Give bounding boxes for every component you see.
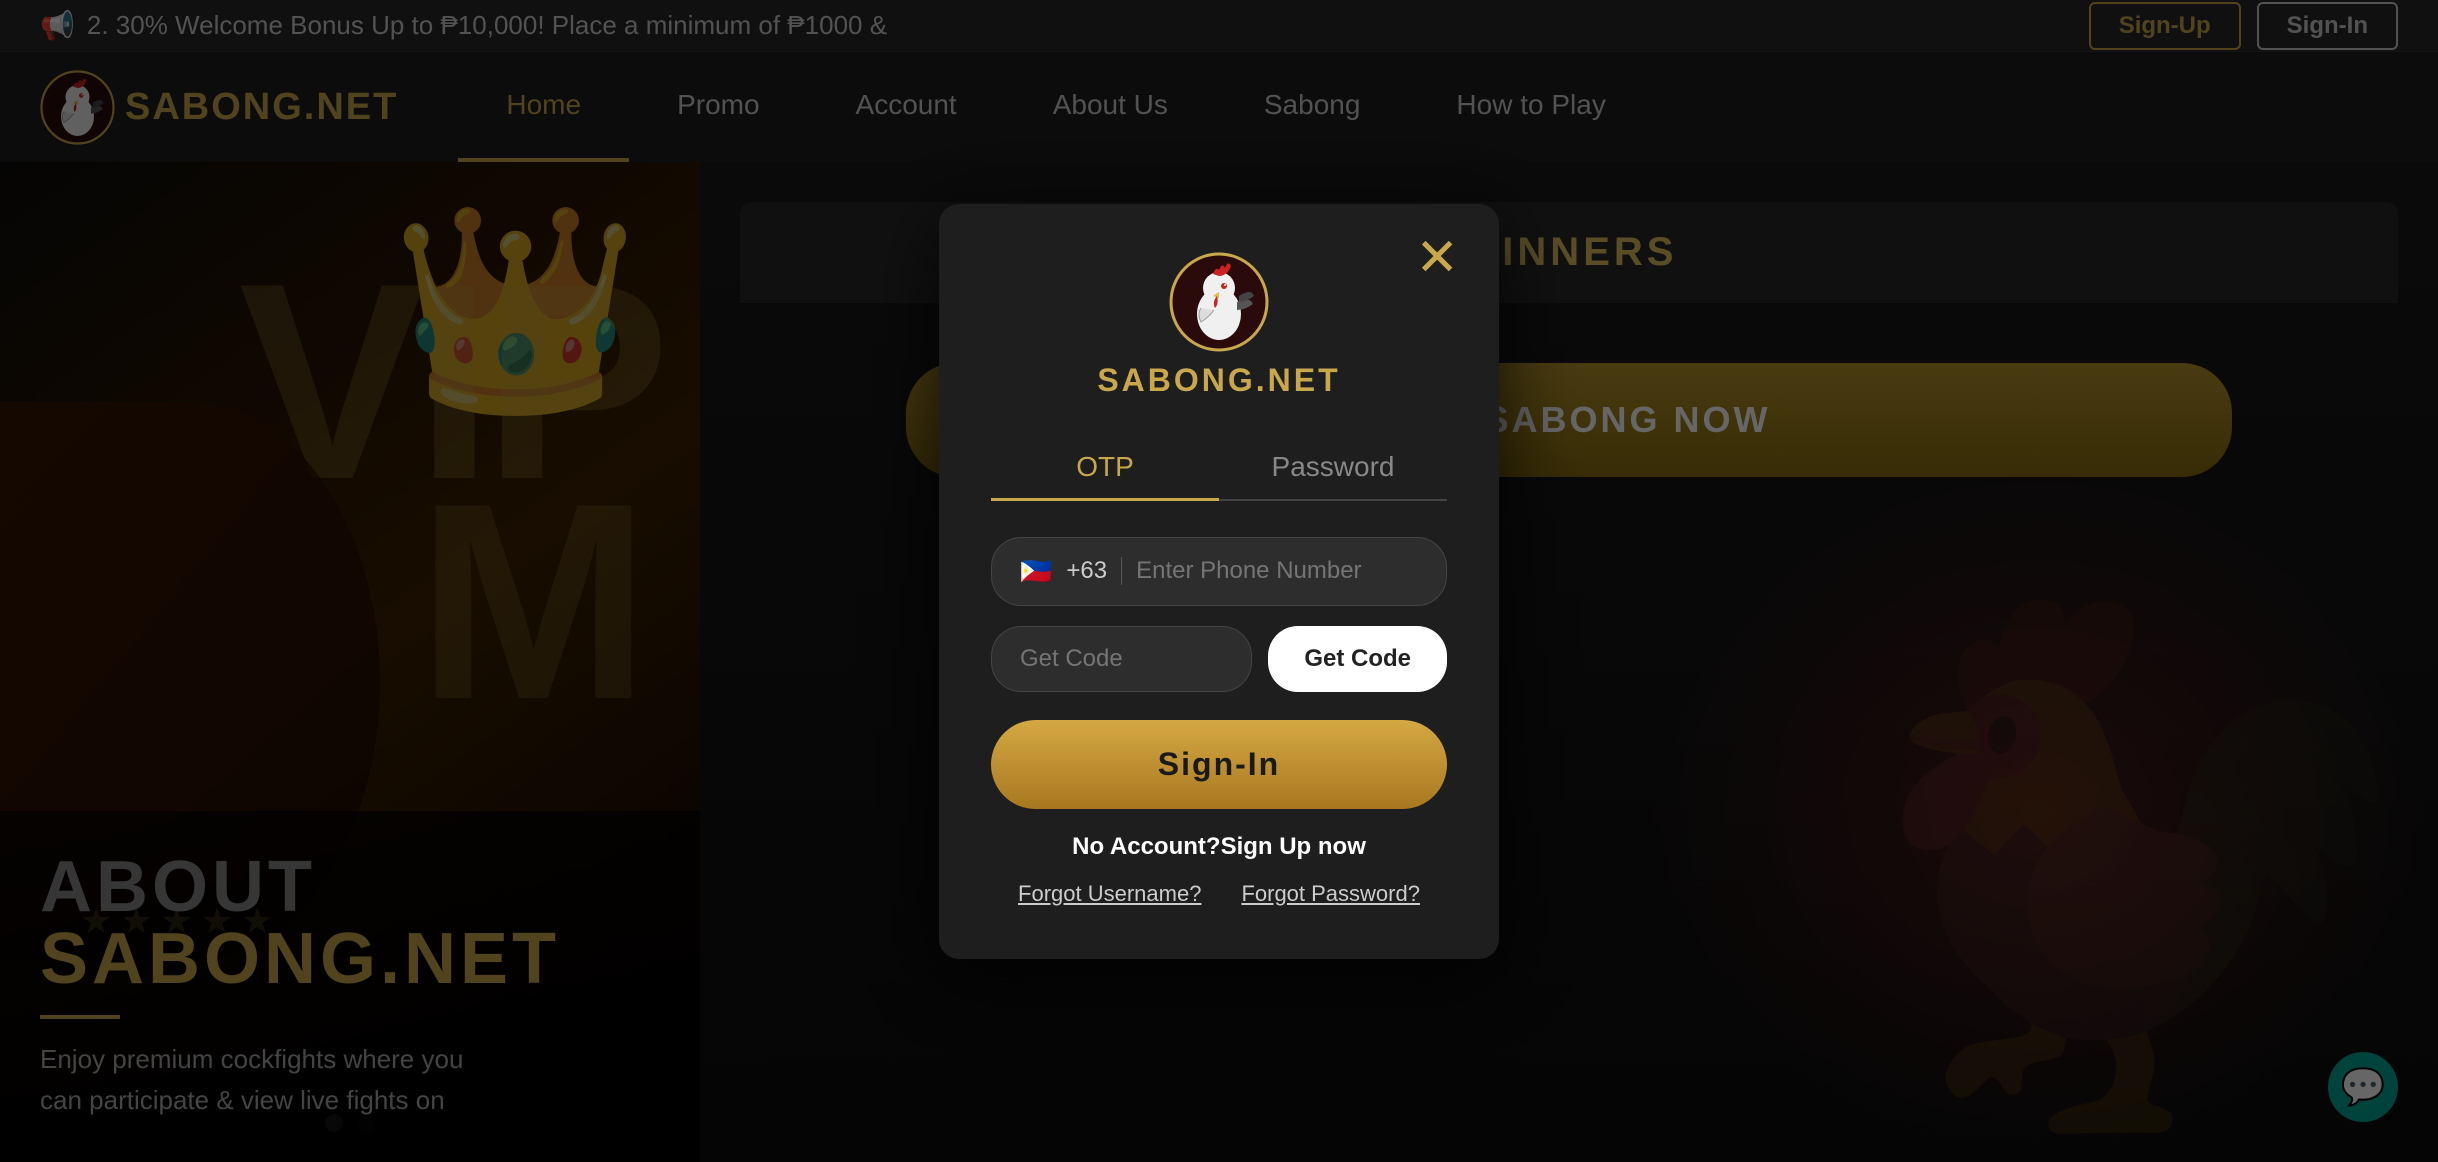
modal-close-button[interactable]: ✕ (1415, 232, 1459, 284)
country-code: +63 (1066, 557, 1122, 585)
get-code-button[interactable]: Get Code (1268, 626, 1447, 692)
forgot-password-link[interactable]: Forgot Password? (1241, 881, 1420, 907)
code-row: Get Code (991, 626, 1447, 692)
modal-logo-text: SABONG.NET (1097, 362, 1340, 399)
signin-modal: ✕ SABONG.NET OTP Password (939, 204, 1499, 959)
phone-input[interactable] (1136, 557, 1446, 585)
signin-button[interactable]: Sign-In (991, 720, 1447, 809)
tab-otp[interactable]: OTP (991, 435, 1219, 499)
modal-overlay[interactable]: ✕ SABONG.NET OTP Password (0, 0, 2438, 1162)
forgot-links: Forgot Username? Forgot Password? (991, 881, 1447, 907)
modal-tabs: OTP Password (991, 435, 1447, 501)
code-input-wrap (991, 626, 1252, 692)
forgot-username-link[interactable]: Forgot Username? (1018, 881, 1201, 907)
modal-rooster-icon (1169, 252, 1269, 352)
phone-field: 🇵🇭 +63 (991, 537, 1447, 606)
phone-flag-icon: 🇵🇭 (1020, 556, 1052, 587)
no-account-text: No Account?Sign Up now (991, 833, 1447, 861)
tab-password[interactable]: Password (1219, 435, 1447, 499)
signup-now-link[interactable]: Sign Up now (1221, 833, 1366, 860)
modal-logo: SABONG.NET (991, 252, 1447, 399)
code-input[interactable] (1020, 645, 1223, 673)
